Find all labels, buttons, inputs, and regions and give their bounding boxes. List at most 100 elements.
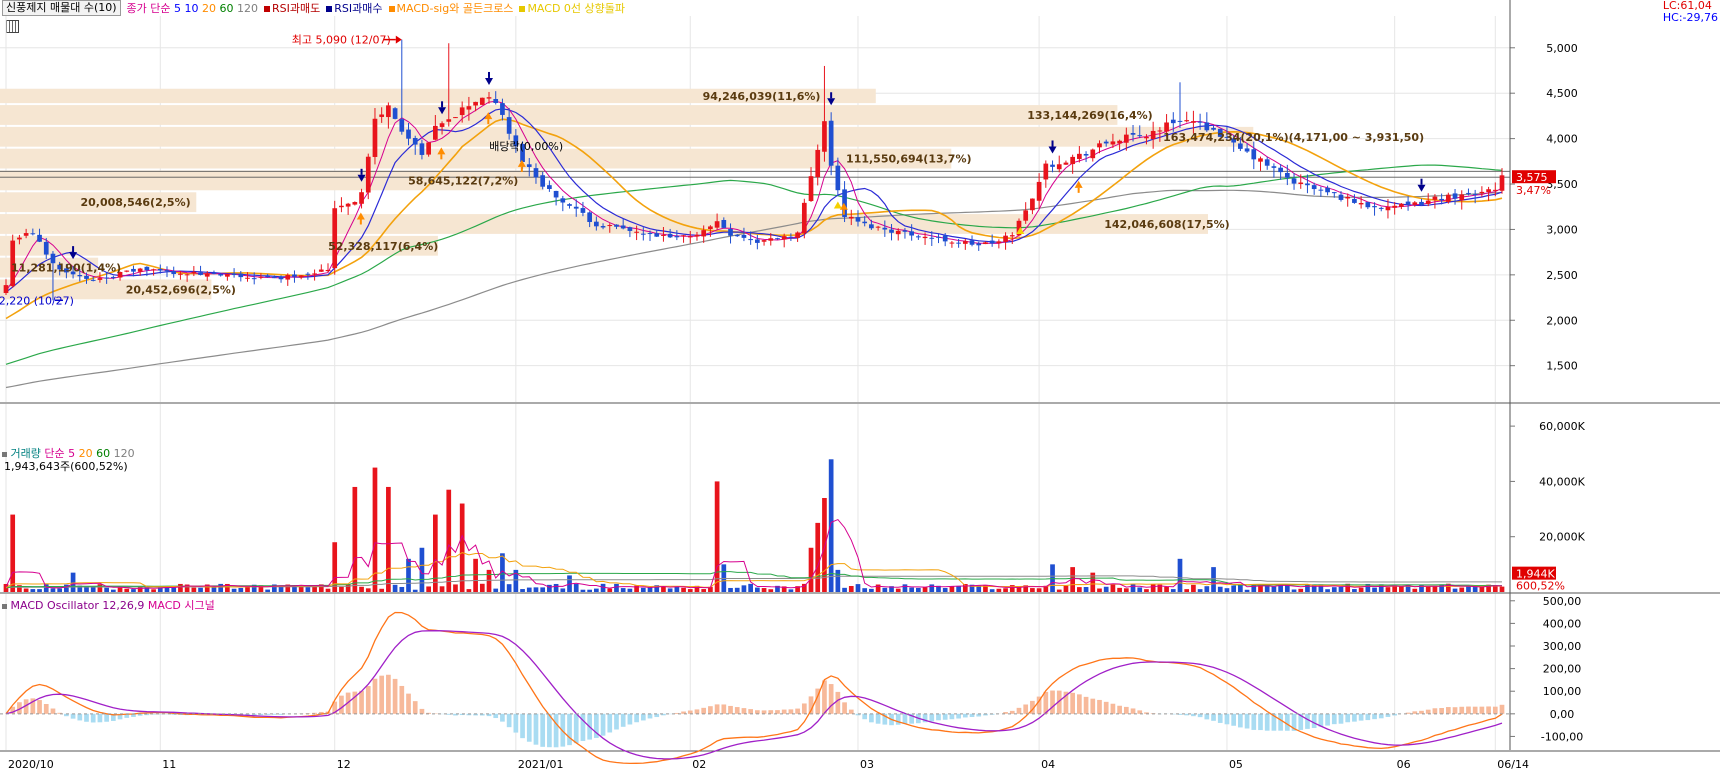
volume-tick-label: 40,000K [1539, 475, 1585, 488]
candle-body [1492, 189, 1498, 191]
candle-body [1123, 134, 1129, 143]
candle-body [278, 276, 284, 280]
macd-oscillator-bar [647, 713, 653, 719]
macd-oscillator-bar [1499, 704, 1505, 714]
macd-oscillator-bar [956, 713, 961, 719]
candle-body [1325, 187, 1330, 193]
stock-chart[interactable]: 5,0004,5004,0003,5003,0002,5002,0001,500… [0, 0, 1720, 774]
volume-bar [1385, 587, 1391, 592]
candle-body [23, 233, 29, 236]
volume-bar [587, 589, 592, 592]
price-tick-label: 1,500 [1546, 360, 1578, 373]
macd-oscillator-bar [942, 713, 948, 720]
volume-profile-bin [0, 126, 1254, 147]
time-tick-label: 2020/10 [8, 758, 54, 771]
volume-bar [473, 558, 478, 592]
candle-body [406, 129, 411, 139]
volume-bar [1197, 589, 1203, 592]
volume-bar [453, 584, 458, 592]
macd-tick-label: -100,00 [1541, 730, 1583, 743]
volume-bar [432, 514, 438, 592]
macd-oscillator-bar [1325, 713, 1330, 726]
time-tick-label: 02 [692, 758, 706, 771]
volume-bar [1425, 586, 1431, 592]
candle-body [956, 242, 961, 244]
candle-body [875, 226, 881, 228]
price-tick-label: 4,500 [1546, 87, 1578, 100]
volume-bar [1372, 587, 1377, 592]
candle-body [124, 270, 130, 272]
macd-oscillator-bar [1352, 713, 1357, 722]
candle-body [198, 272, 203, 275]
volume-bar [70, 572, 76, 592]
macd-oscillator-bar [1224, 713, 1230, 725]
candle-body [969, 240, 975, 245]
volume-bar [902, 584, 908, 592]
volume-bar [808, 547, 814, 592]
macd-tick-label: 100,00 [1543, 685, 1582, 698]
macd-oscillator-bar [627, 713, 633, 725]
volume-bar [1331, 587, 1337, 592]
volume-bar [365, 588, 371, 592]
macd-oscillator-bar [372, 678, 378, 714]
volume-bar [379, 588, 385, 592]
volume-bar [855, 584, 861, 592]
candle-body [3, 285, 9, 294]
candle-body [788, 236, 794, 238]
volume-bar [1030, 588, 1035, 592]
volume-legend-swatch [2, 451, 7, 457]
macd-oscillator-bar [788, 709, 794, 714]
candle-body [761, 240, 767, 242]
macd-oscillator-bar [848, 709, 854, 714]
volume-bar [110, 589, 116, 592]
candle-body [178, 273, 183, 275]
volume-bar [1499, 586, 1505, 592]
volume-profile-label: 111,550,694(13,7%) [846, 153, 971, 166]
candle-body [1097, 143, 1102, 148]
macd-oscillator-bar [43, 704, 49, 714]
volume-bar [1164, 586, 1169, 592]
macd-oscillator-bar [1331, 713, 1337, 725]
candle-body [855, 217, 861, 222]
dividend-label: 배당락(0,00%) [489, 140, 563, 153]
volume-bar [949, 586, 955, 592]
volume-bar [506, 584, 512, 592]
volume-bar [520, 589, 525, 592]
signal-line [5, 630, 1503, 760]
volume-bar [741, 585, 747, 592]
volume-profile-label: 163,474,234(20,1%)(4,171,00 ~ 3,931,50) [1163, 131, 1424, 144]
candle-body [131, 268, 136, 272]
macd-oscillator-bar [607, 713, 613, 733]
volume-bar [426, 586, 431, 592]
candle-body [1184, 120, 1190, 122]
candle-body [983, 242, 988, 245]
volume-bar [640, 587, 646, 592]
candle-body [654, 233, 660, 237]
volume-bar [486, 569, 492, 592]
macd-legend-title: MACD Oscillator 12,26,9 [10, 599, 145, 612]
macd-oscillator-bar [1439, 708, 1444, 714]
candle-body [298, 275, 304, 278]
volume-bar [882, 587, 888, 592]
macd-legend-signal: 시그널 [184, 599, 215, 612]
volume-bar [50, 588, 56, 592]
volume-bar [124, 588, 130, 592]
macd-oscillator-bar [513, 713, 519, 733]
macd-tick-label: 400,00 [1543, 617, 1582, 630]
candle-body [151, 269, 156, 271]
candle-body [808, 176, 814, 202]
macd-oscillator-bar [701, 707, 707, 714]
macd-legend[interactable]: MACD Oscillator 12,26,9 MACD 시그널 [2, 597, 215, 613]
candle-body [1090, 149, 1096, 159]
macd-tick-label: 0,00 [1550, 708, 1575, 721]
candle-body [768, 238, 774, 241]
volume-profile-label: 58,645,122(7,2%) [408, 174, 518, 187]
macd-oscillator-bar [795, 708, 800, 714]
volume-bar [1244, 589, 1250, 592]
candle-body [594, 221, 599, 227]
candle-body [137, 268, 143, 272]
candle-body [600, 226, 606, 228]
candle-body [211, 272, 217, 274]
candle-body [37, 234, 42, 242]
macd-oscillator-bar [1204, 713, 1210, 720]
